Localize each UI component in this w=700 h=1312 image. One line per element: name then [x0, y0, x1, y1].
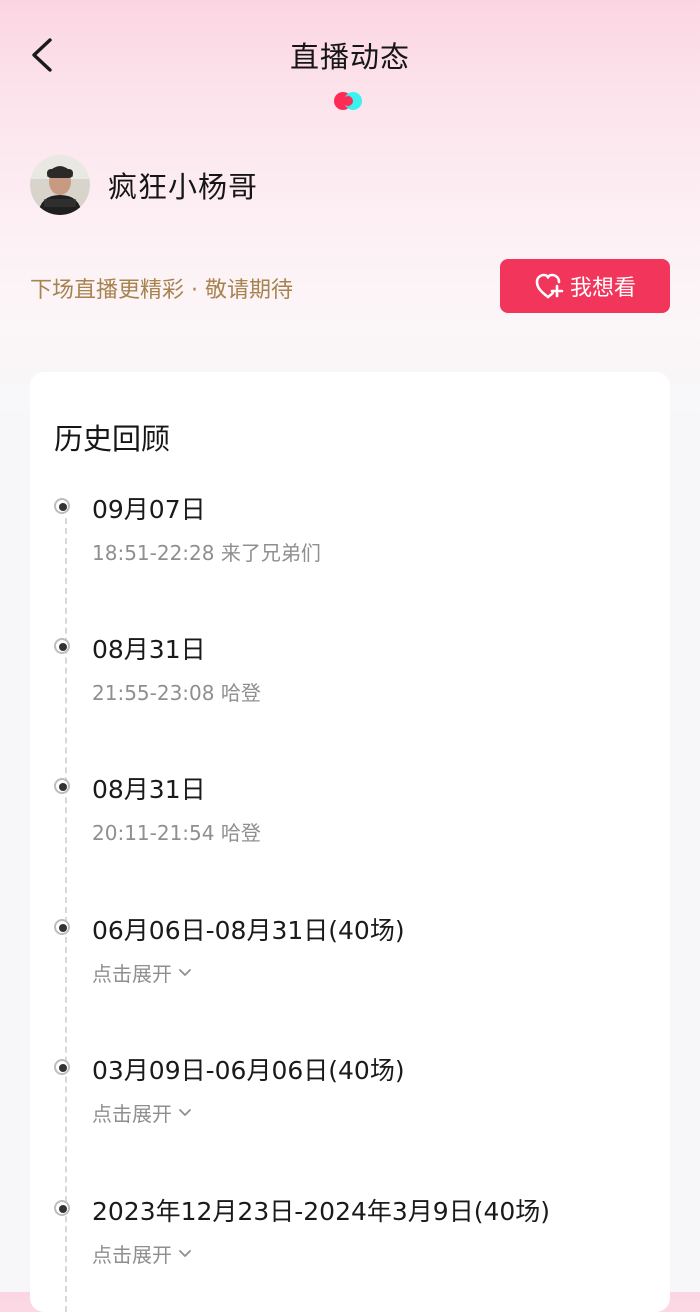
history-item[interactable]: 08月31日 21:55-23:08 哈登 — [30, 630, 670, 720]
expand-button[interactable]: 点击展开 — [92, 1239, 192, 1268]
page-title: 直播动态 — [289, 40, 410, 74]
live-notice: 下场直播更精彩 · 敬请期待 — [30, 278, 293, 303]
history-item-detail: 21:55-23:08 哈登 — [92, 681, 261, 705]
history-group: 2023年12月23日-2024年3月9日(40场) 点击展开 — [30, 1192, 670, 1282]
history-group: 06月06日-08月31日(40场) 点击展开 — [30, 911, 670, 1001]
expand-label: 点击展开 — [92, 1243, 172, 1267]
profile-name[interactable]: 疯狂小杨哥 — [108, 164, 258, 206]
history-item-detail: 20:11-21:54 哈登 — [92, 821, 261, 845]
heart-plus-icon — [535, 273, 564, 299]
want-to-watch-button[interactable]: 我想看 — [500, 259, 670, 313]
history-group-range: 2023年12月23日-2024年3月9日(40场) — [92, 1197, 551, 1226]
profile[interactable]: 疯狂小杨哥 — [30, 155, 258, 215]
live-logo-icon — [334, 92, 362, 110]
timeline-dot — [54, 778, 70, 794]
history-item-date: 08月31日 — [92, 635, 206, 664]
timeline-dot — [54, 919, 70, 935]
avatar[interactable] — [30, 155, 90, 215]
timeline-dot — [54, 1200, 70, 1216]
expand-label: 点击展开 — [92, 962, 172, 986]
history-group-range: 06月06日-08月31日(40场) — [92, 916, 405, 945]
history-item[interactable]: 09月07日 18:51-22:28 来了兄弟们 — [30, 490, 670, 580]
expand-button[interactable]: 点击展开 — [92, 1098, 192, 1127]
timeline-dot — [54, 498, 70, 514]
expand-button[interactable]: 点击展开 — [92, 958, 192, 987]
history-group: 03月09日-06月06日(40场) 点击展开 — [30, 1051, 670, 1141]
history-title: 历史回顾 — [54, 422, 171, 456]
timeline-dot — [54, 1059, 70, 1075]
history-item[interactable]: 08月31日 20:11-21:54 哈登 — [30, 770, 670, 860]
history-item-detail: 18:51-22:28 来了兄弟们 — [92, 541, 321, 565]
chevron-down-icon — [179, 1108, 191, 1116]
want-to-watch-label: 我想看 — [569, 276, 636, 301]
chevron-down-icon — [179, 968, 191, 976]
expand-label: 点击展开 — [92, 1102, 172, 1126]
timeline-dot — [54, 638, 70, 654]
history-item-date: 09月07日 — [92, 495, 206, 524]
chevron-down-icon — [179, 1249, 191, 1257]
header: 直播动态 — [0, 0, 700, 110]
history-group-range: 03月09日-06月06日(40场) — [92, 1056, 405, 1085]
history-card: 历史回顾 09月07日 18:51-22:28 来了兄弟们 08月31日 21:… — [30, 372, 670, 1312]
history-item-date: 08月31日 — [92, 775, 206, 804]
